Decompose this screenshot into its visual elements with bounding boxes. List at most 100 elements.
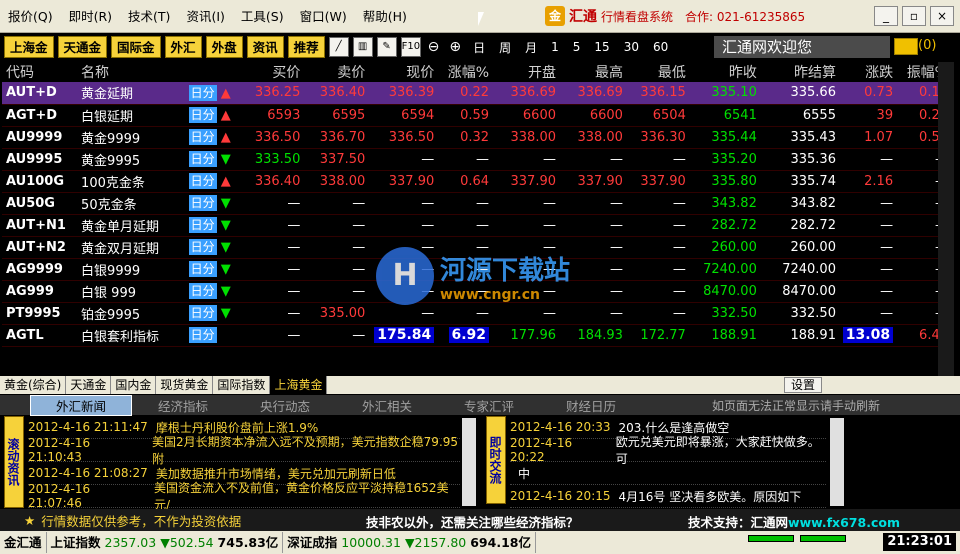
period-5min[interactable]: 5 xyxy=(568,40,586,54)
intraday-tag-button[interactable]: 日分 xyxy=(188,305,217,321)
intraday-tag-button[interactable]: 日分 xyxy=(188,261,217,277)
col-open[interactable]: 开盘 xyxy=(495,62,562,82)
news-tab-economic[interactable]: 经济指标 xyxy=(132,396,234,415)
table-row[interactable]: AGT+D 白银延期 日分 ▲ 6593 6595 6594 0.59 6600 6600 6504… xyxy=(2,104,954,127)
col-change[interactable]: 涨跌 xyxy=(842,62,899,82)
f10-button[interactable]: F10 xyxy=(400,37,421,57)
col-low[interactable]: 最低 xyxy=(629,62,692,82)
close-button[interactable]: × xyxy=(930,6,954,26)
table-row[interactable]: AU100G 100克金条 日分 ▲ 336.40 338.00 337.90 0.64 337… xyxy=(2,170,954,193)
settings-button[interactable]: 设置 xyxy=(784,377,823,393)
table-row[interactable]: AU9995 黄金9995 日分 ▼ 333.50 337.50 — — — — — 335.20 33… xyxy=(2,148,954,171)
col-name[interactable]: 名称 xyxy=(75,62,189,82)
sheet-tab-gold-composite[interactable]: 黄金(综合) xyxy=(0,376,67,394)
menu-help[interactable]: 帮助(H) xyxy=(355,0,415,33)
col-high[interactable]: 最高 xyxy=(562,62,629,82)
period-week[interactable]: 周 xyxy=(494,39,516,56)
news-tab-expert[interactable]: 专家汇评 xyxy=(438,396,540,415)
menu-technical[interactable]: 技术(T) xyxy=(120,0,178,33)
news-tab-forex[interactable]: 外汇新闻 xyxy=(30,394,132,416)
list-item[interactable]: 2012-4-16 20:22 欧元兑美元即将暴涨，大家赶快做多。可 xyxy=(510,435,826,466)
recommend-button[interactable]: 推荐 xyxy=(287,36,325,58)
value-prev: 8470.00 xyxy=(703,283,757,299)
zoom-in-icon[interactable]: ⊕ xyxy=(446,39,464,55)
triangle-down-icon: ▼ xyxy=(220,306,231,321)
market-international-gold-button[interactable]: 国际金 xyxy=(111,36,161,58)
period-15min[interactable]: 15 xyxy=(589,40,614,54)
market-forex-button[interactable]: 外汇 xyxy=(164,36,202,58)
cell-chg: 2.16 xyxy=(841,170,900,193)
sh-index[interactable]: 上证指数 2357.03 ▼502.54 745.83亿 xyxy=(47,532,284,553)
intraday-tag-button[interactable]: 日分 xyxy=(188,327,217,343)
maximize-button[interactable]: ▫ xyxy=(902,6,926,26)
menu-tools[interactable]: 工具(S) xyxy=(233,0,292,33)
zoom-out-icon[interactable]: ⊖ xyxy=(425,39,443,55)
intraday-tag-button[interactable]: 日分 xyxy=(188,283,217,299)
market-foreign-button[interactable]: 外盘 xyxy=(205,36,243,58)
table-row[interactable]: AU9999 黄金9999 日分 ▲ 336.50 336.70 336.50 0.32 338… xyxy=(2,126,954,149)
market-shanghai-gold-button[interactable]: 上海金 xyxy=(4,36,54,58)
col-price[interactable]: 现价 xyxy=(371,62,440,82)
sheet-tab-intl-index[interactable]: 国际指数 xyxy=(213,376,271,394)
intraday-tag-button[interactable]: 日分 xyxy=(188,151,217,167)
table-row[interactable]: AUT+N1黄金单月延期日分▼———————282.72282.72—— xyxy=(2,214,954,237)
news-tab-calendar[interactable]: 财经日历 xyxy=(540,396,642,415)
table-row[interactable]: AU50G50克金条日分▼———————343.82343.82—— xyxy=(2,192,954,215)
minimize-button[interactable]: _ xyxy=(874,6,898,26)
table-row[interactable]: AGTL 白银套利指标 日分 — — 175.84 6.92 177.96 184.93 172.… xyxy=(2,324,954,347)
cell-price: 6594 xyxy=(371,104,441,127)
sheet-tab-spot-gold[interactable]: 现货黄金 xyxy=(156,376,214,394)
col-pct[interactable]: 涨幅% xyxy=(440,62,495,82)
list-item[interactable]: 2012-4-16 21:07:46 美国资金流入不及前值，黄金价格反应平淡持稳1… xyxy=(28,481,460,512)
bar-chart-icon[interactable]: ▥ xyxy=(352,37,373,57)
news-button[interactable]: 资讯 xyxy=(246,36,284,58)
table-row[interactable]: AUT+D 黄金延期 日分 ▲ 336.25 336.40 336.39 0.22 336.69… xyxy=(2,82,954,105)
ticker-question[interactable]: 技非农以外，还需关注哪些经济指标？ xyxy=(366,512,579,531)
news-left-scrollbar[interactable] xyxy=(462,418,476,506)
cell-price: 175.84 xyxy=(371,324,441,347)
news-tab-central-bank[interactable]: 央行动态 xyxy=(234,396,336,415)
table-scrollbar[interactable] xyxy=(938,62,954,376)
news-refresh-hint[interactable]: 如页面无法正常显示请手动刷新 xyxy=(712,397,880,414)
period-day[interactable]: 日 xyxy=(468,39,490,56)
list-item[interactable]: 2012-4-16 21:10:43 美国2月长期资本净流入远不及预期，美元指数企… xyxy=(28,435,460,466)
sz-index[interactable]: 深证成指 10000.31 ▼2157.80 694.18亿 xyxy=(283,532,536,553)
period-30min[interactable]: 30 xyxy=(619,40,644,54)
sheet-tab-shanghai-gold[interactable]: 上海黄金 xyxy=(270,376,328,394)
support-url[interactable]: www.fx678.com xyxy=(788,515,900,530)
value-price: 336.50 xyxy=(388,129,435,145)
intraday-tag-button[interactable]: 日分 xyxy=(188,84,217,101)
watermark-logo-icon: H xyxy=(376,247,434,305)
cell-open: 177.96 xyxy=(495,324,562,347)
intraday-tag-button[interactable]: 日分 xyxy=(188,195,217,211)
value-prev: 188.91 xyxy=(711,327,757,343)
period-1min[interactable]: 1 xyxy=(546,40,564,54)
sheet-tab-tiantong[interactable]: 天通金 xyxy=(66,376,112,394)
cell-prev: 188.91 xyxy=(691,324,763,347)
intraday-tag-button[interactable]: 日分 xyxy=(188,173,217,189)
menu-window[interactable]: 窗口(W) xyxy=(292,0,355,33)
col-buy[interactable]: 买价 xyxy=(237,62,306,82)
intraday-tag-button[interactable]: 日分 xyxy=(188,107,217,123)
sheet-tab-domestic-gold[interactable]: 国内金 xyxy=(111,376,157,394)
line-chart-icon[interactable]: ╱ xyxy=(328,37,349,57)
col-prev[interactable]: 昨收 xyxy=(692,62,763,82)
col-settle[interactable]: 昨结算 xyxy=(763,62,842,82)
menu-quote[interactable]: 报价(Q) xyxy=(0,0,61,33)
intraday-tag-button[interactable]: 日分 xyxy=(188,217,217,233)
news-tab-forex-related[interactable]: 外汇相关 xyxy=(336,396,438,415)
period-month[interactable]: 月 xyxy=(520,39,542,56)
col-code[interactable]: 代码 xyxy=(2,62,75,82)
period-60min[interactable]: 60 xyxy=(648,40,673,54)
intraday-tag-button[interactable]: 日分 xyxy=(188,129,217,145)
value-buy: 6593 xyxy=(267,107,301,123)
market-tiantong-gold-button[interactable]: 天通金 xyxy=(57,36,108,58)
intraday-tag-button[interactable]: 日分 xyxy=(188,239,217,255)
mail-icon[interactable] xyxy=(894,38,918,55)
list-item[interactable]: 2012-4-16 20:15 4月16号 坚决看多欧美。原因如下 xyxy=(510,485,826,508)
menu-realtime[interactable]: 即时(R) xyxy=(61,0,120,33)
news-right-scrollbar[interactable] xyxy=(830,418,844,506)
pencil-icon[interactable]: ✎ xyxy=(376,37,397,57)
col-sell[interactable]: 卖价 xyxy=(306,62,371,82)
menu-info[interactable]: 资讯(I) xyxy=(178,0,232,33)
